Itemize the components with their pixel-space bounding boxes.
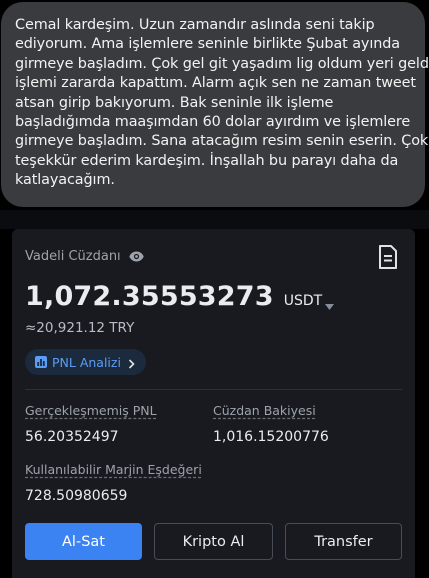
wallet-balance-value: 1,016.15200776 bbox=[213, 429, 329, 445]
wallet-header: Vadeli Cüzdanı bbox=[25, 249, 144, 264]
trade-button[interactable]: Al-Sat bbox=[25, 523, 142, 560]
document-icon[interactable] bbox=[377, 244, 399, 270]
bar-chart-icon bbox=[35, 356, 47, 368]
approx-try-value: ≈20,921.12 TRY bbox=[25, 320, 135, 336]
transfer-button[interactable]: Transfer bbox=[285, 523, 402, 560]
message-line: girmeye başladım. Çok gel git yaşadım li… bbox=[15, 55, 429, 72]
message-line: atsan girip bakıyorum. Bak seninle ilk i… bbox=[15, 94, 334, 111]
divider bbox=[25, 389, 402, 390]
background-strip bbox=[0, 210, 429, 229]
available-margin-label[interactable]: Kullanılabilir Marjin Eşdeğeri bbox=[25, 462, 202, 477]
message-line: katlayacağım. bbox=[15, 172, 115, 189]
futures-wallet-card: Vadeli Cüzdanı 1,072.35553273 USDT ≈20,9… bbox=[12, 229, 415, 578]
message-line: başladığımda maaşımdan 60 dolar ayırdım … bbox=[15, 114, 411, 131]
eye-icon[interactable] bbox=[128, 251, 144, 262]
wallet-title: Vadeli Cüzdanı bbox=[25, 249, 121, 264]
wallet-balance-label[interactable]: Cüzdan Bakiyesi bbox=[213, 403, 316, 418]
total-balance: 1,072.35553273 bbox=[25, 281, 274, 312]
caret-down-icon bbox=[325, 298, 335, 310]
screenshot: Cemal kardeşim. Uzun zamandır aslında se… bbox=[0, 0, 429, 578]
message-line: teşekkür ederim kardeşim. İnşallah bu pa… bbox=[15, 152, 399, 169]
pnl-analysis-label: PNL Analizi bbox=[52, 354, 121, 370]
message-line: girmeye başladım. Sana atacağım resim se… bbox=[15, 133, 429, 150]
message-line: Cemal kardeşim. Uzun zamandır aslında se… bbox=[15, 17, 375, 33]
message-line: işlemi zararda kapattım. Alarm açık sen … bbox=[15, 75, 416, 92]
unrealized-pnl-label[interactable]: Gerçekleşmemiş PNL bbox=[25, 403, 157, 418]
currency-selector[interactable]: USDT bbox=[283, 293, 335, 310]
balance-row: 1,072.35553273 USDT bbox=[25, 281, 335, 312]
buy-crypto-button[interactable]: Kripto Al bbox=[154, 523, 273, 560]
chat-message-bubble: Cemal kardeşim. Uzun zamandır aslında se… bbox=[1, 2, 429, 207]
currency-label: USDT bbox=[283, 293, 323, 309]
pnl-analysis-button[interactable]: PNL Analizi bbox=[25, 349, 146, 375]
unrealized-pnl-value: 56.20352497 bbox=[25, 429, 119, 445]
chevron-right-icon bbox=[128, 357, 135, 369]
available-margin-value: 728.50980659 bbox=[25, 488, 128, 504]
message-line: ediyorum. Ama işlemlere seninle birlikte… bbox=[15, 36, 401, 53]
